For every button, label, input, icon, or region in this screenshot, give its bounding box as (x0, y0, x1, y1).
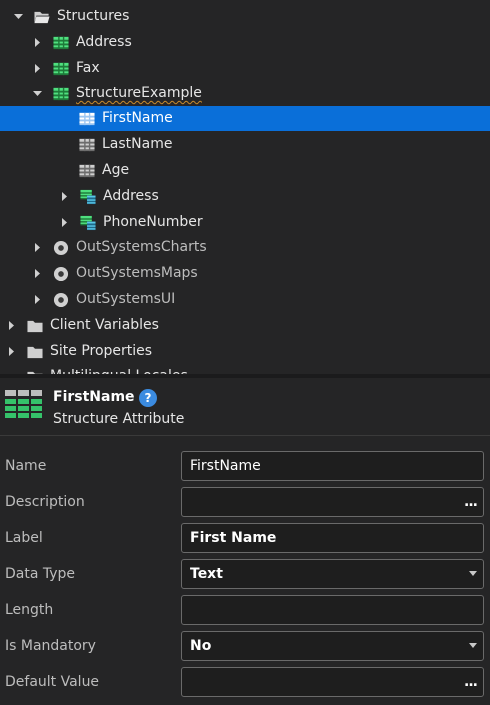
tree-item-label: OutSystemsMaps (76, 265, 198, 281)
property-row-data-type: Data Type Text (0, 556, 490, 592)
tree-item-age[interactable]: Age (0, 158, 490, 183)
tree-item-label: Address (76, 34, 132, 50)
default-value-ellipsis-button[interactable]: ... (464, 668, 478, 696)
property-label: Name (5, 458, 47, 474)
length-field[interactable] (181, 595, 484, 625)
tree-item-address-attribute[interactable]: Address (0, 184, 490, 209)
attribute-icon (79, 138, 95, 151)
folder-icon (27, 320, 43, 332)
description-ellipsis-button[interactable]: ... (464, 488, 478, 516)
property-row-is-mandatory: Is Mandatory No (0, 628, 490, 664)
tree-item-phonenumber[interactable]: PhoneNumber (0, 210, 490, 235)
tree-item-label: LastName (102, 136, 173, 152)
attribute-icon (5, 390, 42, 418)
chevron-right-icon[interactable] (32, 38, 42, 48)
tree-item-structureexample[interactable]: StructureExample (0, 81, 490, 106)
data-type-select[interactable]: Text (181, 559, 484, 589)
tree-item-address[interactable]: Address (0, 30, 490, 55)
properties-panel: FirstName ? Structure Attribute Name Fir… (0, 378, 490, 705)
chevron-down-icon[interactable] (32, 89, 42, 99)
data-type-value: Text (190, 566, 223, 582)
folder-icon (27, 346, 43, 358)
tree-item-label: StructureExample (76, 85, 202, 101)
tree-item-lastname[interactable]: LastName (0, 132, 490, 157)
name-field[interactable]: FirstName (181, 451, 484, 481)
chevron-down-icon (469, 571, 477, 576)
chevron-right-icon[interactable] (32, 269, 42, 279)
module-icon (53, 292, 69, 307)
label-field[interactable]: First Name (181, 523, 484, 553)
tree-item-label: Structures (57, 8, 130, 24)
attribute-icon (79, 112, 95, 125)
chevron-right-icon[interactable] (59, 192, 69, 202)
tree-item-fax[interactable]: Fax (0, 56, 490, 81)
tree-item-outsystemsui[interactable]: OutSystemsUI (0, 287, 490, 312)
property-row-name: Name FirstName (0, 448, 490, 484)
properties-title: FirstName (53, 389, 135, 405)
property-label: Data Type (5, 566, 76, 582)
chevron-right-icon[interactable] (32, 243, 42, 253)
property-row-description: Description ... (0, 484, 490, 520)
chevron-down-icon (469, 643, 477, 648)
property-label: Default Value (5, 674, 100, 690)
tree-item-label: Multilingual Locales (50, 364, 188, 374)
tree-item-label: Address (103, 188, 159, 204)
is-mandatory-value: No (190, 638, 212, 654)
structure-icon (53, 87, 69, 100)
elements-tree: Structures Address Fax StructureExample … (0, 0, 490, 374)
description-field[interactable]: ... (181, 487, 484, 517)
help-icon[interactable]: ? (139, 389, 157, 407)
chevron-right-icon[interactable] (59, 218, 69, 228)
tree-item-firstname[interactable]: FirstName (0, 106, 490, 131)
chevron-right-icon[interactable] (6, 321, 16, 331)
property-label: Label (5, 530, 43, 546)
tree-item-label: OutSystemsCharts (76, 239, 207, 255)
module-icon (53, 266, 69, 281)
property-label: Length (5, 602, 54, 618)
module-icon (53, 240, 69, 255)
tree-item-client-variables[interactable]: Client Variables (0, 313, 490, 338)
chevron-right-icon[interactable] (6, 347, 16, 357)
properties-header: FirstName ? Structure Attribute (0, 378, 490, 436)
structure-attribute-icon (80, 189, 96, 204)
name-value: FirstName (190, 458, 261, 474)
property-row-label: Label First Name (0, 520, 490, 556)
chevron-right-icon[interactable] (32, 295, 42, 305)
tree-item-multilingual-locales[interactable]: Multilingual Locales (0, 364, 490, 374)
structure-icon (53, 62, 69, 75)
chevron-right-icon[interactable] (32, 64, 42, 74)
folder-open-icon (34, 11, 50, 23)
tree-item-label: PhoneNumber (103, 214, 203, 230)
is-mandatory-select[interactable]: No (181, 631, 484, 661)
label-value: First Name (190, 530, 277, 546)
tree-item-label: Fax (76, 60, 100, 76)
tree-item-label: Age (102, 162, 130, 178)
tree-item-label: FirstName (102, 110, 173, 126)
tree-item-outsystemscharts[interactable]: OutSystemsCharts (0, 235, 490, 260)
properties-subtitle: Structure Attribute (53, 411, 185, 427)
structure-icon (53, 36, 69, 49)
tree-item-site-properties[interactable]: Site Properties (0, 339, 490, 364)
tree-item-label: OutSystemsUI (76, 291, 176, 307)
tree-item-label: Site Properties (50, 343, 153, 359)
chevron-down-icon[interactable] (13, 12, 23, 22)
property-row-length: Length (0, 592, 490, 628)
tree-item-structures[interactable]: Structures (0, 4, 490, 29)
property-label: Is Mandatory (5, 638, 96, 654)
property-label: Description (5, 494, 85, 510)
property-row-default-value: Default Value ... (0, 664, 490, 700)
tree-item-label: Client Variables (50, 317, 159, 333)
structure-attribute-icon (80, 215, 96, 230)
tree-item-outsystemsmaps[interactable]: OutSystemsMaps (0, 261, 490, 286)
default-value-field[interactable]: ... (181, 667, 484, 697)
attribute-icon (79, 164, 95, 177)
